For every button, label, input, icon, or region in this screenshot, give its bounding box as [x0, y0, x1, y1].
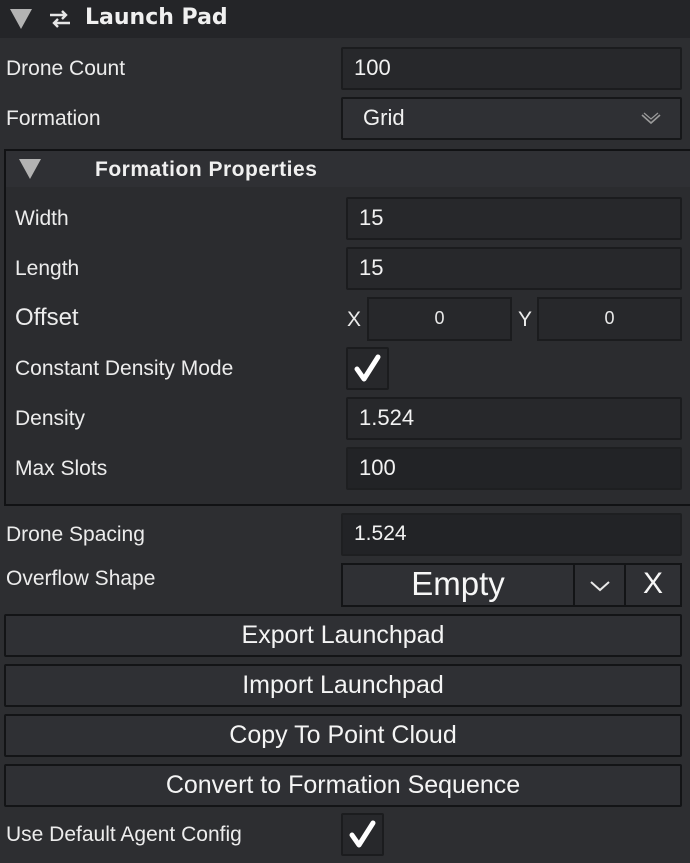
overflow-shape-dropdown-button[interactable] [573, 563, 626, 607]
constant-density-checkbox[interactable] [346, 347, 389, 390]
density-input[interactable]: 1.524 [346, 397, 682, 440]
density-label: Density [15, 407, 86, 430]
drone-count-label: Drone Count [6, 57, 126, 80]
chevron-down-icon[interactable] [640, 112, 662, 126]
formation-dropdown-value: Grid [363, 105, 405, 130]
offset-y-label: Y [518, 308, 533, 331]
overflow-shape-field[interactable]: Empty [341, 563, 575, 607]
max-slots-input: 100 [346, 447, 682, 490]
collapse-triangle-icon[interactable] [10, 9, 32, 29]
max-slots-label: Max Slots [15, 457, 108, 480]
use-default-agent-config-label: Use Default Agent Config [6, 823, 242, 846]
copy-to-point-cloud-button[interactable]: Copy To Point Cloud [4, 714, 682, 757]
formation-label: Formation [6, 107, 101, 130]
launch-pad-title: Launch Pad [85, 5, 228, 30]
swap-arrows-icon [48, 8, 72, 30]
offset-x-label: X [347, 308, 362, 331]
chevron-down-icon [590, 581, 610, 592]
drone-count-input[interactable]: 100 [341, 47, 682, 90]
import-launchpad-button[interactable]: Import Launchpad [4, 664, 682, 707]
use-default-agent-config-checkbox[interactable] [341, 813, 384, 856]
convert-to-formation-sequence-button[interactable]: Convert to Formation Sequence [4, 764, 682, 807]
length-label: Length [15, 257, 80, 280]
overflow-shape-clear-button[interactable]: X [624, 563, 682, 607]
constant-density-label: Constant Density Mode [15, 357, 234, 380]
offset-x-input[interactable]: 0 [367, 297, 512, 341]
export-launchpad-button[interactable]: Export Launchpad [4, 614, 682, 657]
drone-spacing-label: Drone Spacing [6, 523, 145, 546]
formation-properties-title: Formation Properties [95, 158, 318, 181]
launch-pad-panel: Launch Pad Drone Count 100 Formation Gri… [0, 0, 690, 863]
checkmark-icon [354, 354, 381, 382]
width-label: Width [15, 207, 69, 230]
formation-properties-collapse-icon[interactable] [19, 159, 41, 179]
drone-spacing-input: 1.524 [341, 513, 682, 556]
offset-y-input[interactable]: 0 [537, 297, 682, 341]
width-input[interactable]: 15 [346, 197, 682, 240]
offset-label: Offset [15, 304, 79, 331]
checkmark-icon [349, 820, 376, 848]
overflow-shape-label: Overflow Shape [6, 567, 156, 590]
formation-dropdown[interactable]: Grid [341, 97, 682, 140]
length-input[interactable]: 15 [346, 247, 682, 290]
